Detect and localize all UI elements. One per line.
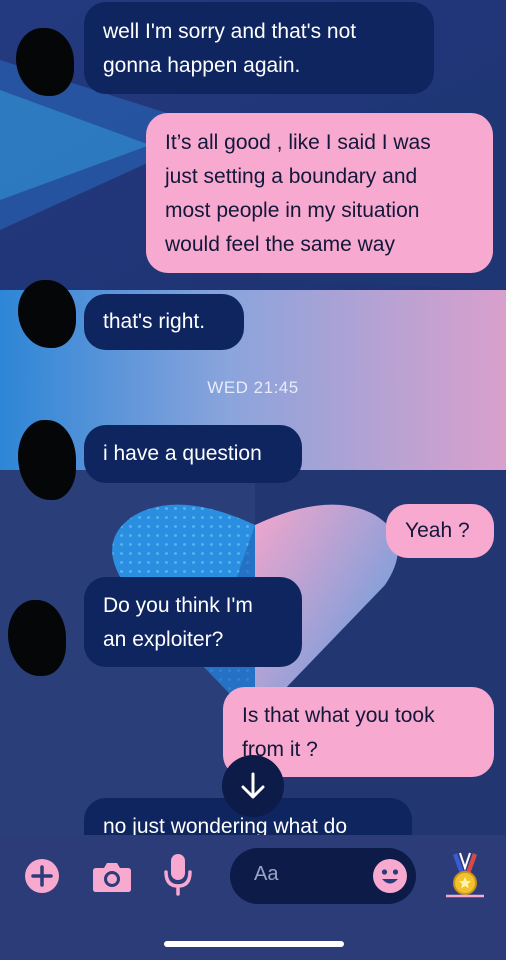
- contact-avatar[interactable]: [8, 600, 66, 676]
- arrow-down-icon: [241, 772, 265, 799]
- message-bubble-outgoing[interactable]: It’s all good , like I said I was just s…: [146, 113, 493, 273]
- message-line: Yeah ?: [405, 519, 470, 542]
- message-line: an exploiter?: [103, 628, 224, 651]
- message-bubble-incoming[interactable]: that's right.: [84, 294, 244, 350]
- camera-icon: [93, 863, 131, 892]
- message-line: i have a question: [103, 442, 262, 465]
- medal-sticker-button[interactable]: [440, 850, 490, 900]
- message-line: would feel the same way: [165, 233, 395, 256]
- contact-avatar[interactable]: [16, 28, 74, 96]
- message-line: gonna happen again.: [103, 54, 301, 77]
- emoji-icon: [373, 859, 407, 893]
- message-input-placeholder: Aa: [254, 863, 279, 885]
- plus-button[interactable]: [24, 858, 60, 894]
- microphone-icon: [164, 854, 192, 896]
- home-indicator[interactable]: [164, 941, 344, 947]
- message-thread[interactable]: well I'm sorry and that's not gonna happ…: [0, 0, 506, 835]
- message-bubble-incoming[interactable]: well I'm sorry and that's not gonna happ…: [84, 2, 434, 94]
- medal-sticker-icon: [446, 852, 484, 898]
- plus-icon: [25, 859, 59, 893]
- scroll-to-bottom-button[interactable]: [222, 755, 284, 817]
- microphone-button[interactable]: [163, 852, 193, 896]
- message-line: most people in my situation: [165, 199, 420, 222]
- message-line: It’s all good , like I said I was: [165, 131, 431, 154]
- timestamp: WED 21:45: [207, 378, 299, 397]
- contact-avatar[interactable]: [18, 280, 76, 348]
- message-line: that's right.: [103, 310, 206, 333]
- message-bubble-incoming[interactable]: Do you think I'm an exploiter?: [84, 577, 302, 667]
- message-line: Do you think I'm: [103, 594, 253, 617]
- camera-button[interactable]: [92, 858, 132, 894]
- message-line: from it ?: [242, 738, 318, 761]
- message-bubble-outgoing[interactable]: Yeah ?: [386, 504, 494, 558]
- message-line: just setting a boundary and: [165, 165, 418, 188]
- message-line: Is that what you took: [242, 704, 435, 727]
- message-bubble-incoming[interactable]: i have a question: [84, 425, 302, 483]
- contact-avatar[interactable]: [18, 420, 76, 500]
- message-line: well I'm sorry and that's not: [103, 20, 357, 43]
- emoji-button[interactable]: [372, 858, 408, 894]
